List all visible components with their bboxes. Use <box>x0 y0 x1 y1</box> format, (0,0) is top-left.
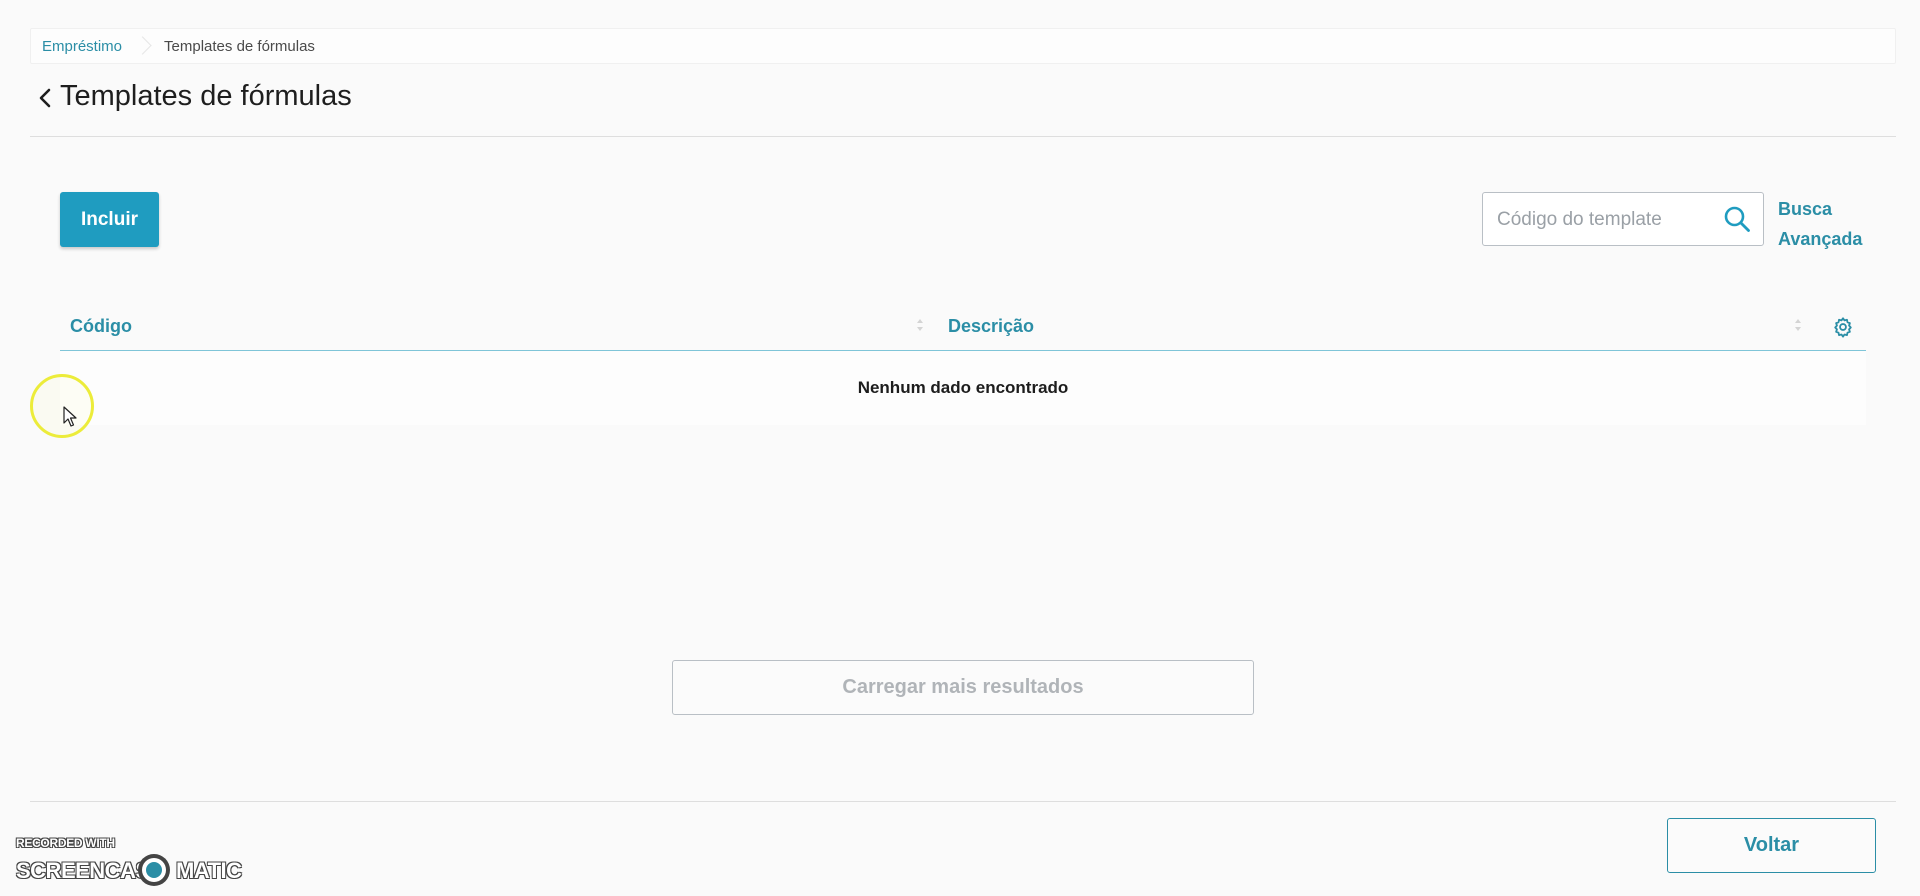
screencast-watermark: RECORDED WITH SCREENCAST MATIC <box>16 836 246 890</box>
page-header: Templates de fórmulas <box>30 76 1896 137</box>
load-more-button[interactable]: Carregar mais resultados <box>672 660 1254 715</box>
gear-icon[interactable] <box>1832 316 1854 338</box>
breadcrumb-item-emprestimo[interactable]: Empréstimo <box>42 38 122 55</box>
sort-icon[interactable] <box>915 316 925 334</box>
search-icon[interactable] <box>1723 205 1751 233</box>
empty-table-message: Nenhum dado encontrado <box>60 351 1866 425</box>
breadcrumb: Empréstimo Templates de fórmulas <box>30 28 1896 64</box>
watermark-matic: MATIC <box>176 858 242 883</box>
mouse-pointer-icon <box>63 406 77 427</box>
column-header-descricao[interactable]: Descrição <box>948 316 1034 337</box>
advanced-search-label-line1: Busca <box>1778 199 1833 219</box>
screencast-logo-icon <box>138 854 170 886</box>
footer-divider <box>30 801 1896 802</box>
column-header-codigo[interactable]: Código <box>70 316 132 337</box>
watermark-recorded-with: RECORDED WITH <box>16 836 115 850</box>
breadcrumb-separator <box>136 29 148 63</box>
chevron-left-icon[interactable] <box>38 86 54 110</box>
search-input[interactable] <box>1495 193 1709 247</box>
table-header: Código Descrição <box>60 306 1866 351</box>
cursor-highlight <box>30 374 94 438</box>
include-button[interactable]: Incluir <box>60 192 159 247</box>
breadcrumb-item-current: Templates de fórmulas <box>164 37 315 55</box>
sort-icon[interactable] <box>1793 316 1803 334</box>
search-box <box>1482 192 1764 247</box>
advanced-search-link[interactable]: Busca Avançada <box>1778 194 1878 254</box>
page-title: Templates de fórmulas <box>60 80 352 112</box>
back-button[interactable]: Voltar <box>1667 818 1876 873</box>
advanced-search-label-line2: Avançada <box>1778 229 1863 249</box>
